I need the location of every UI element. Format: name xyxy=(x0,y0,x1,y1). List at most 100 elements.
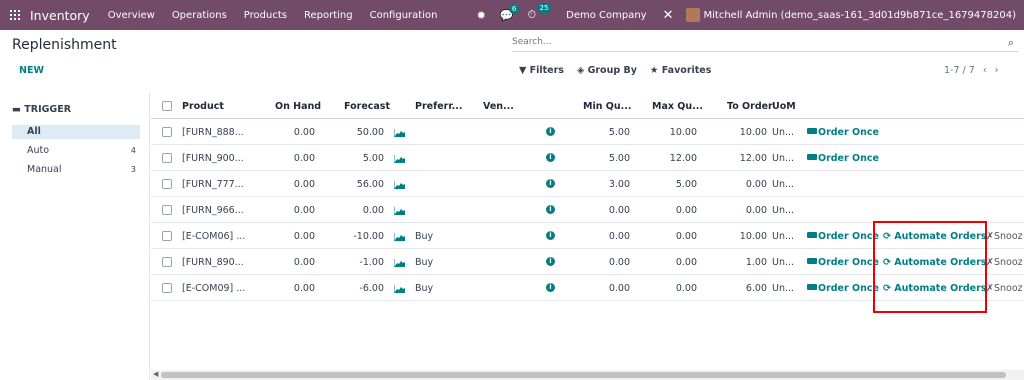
to-order-cell[interactable]: 0.00 xyxy=(717,205,767,216)
max-qty-cell[interactable]: 0.00 xyxy=(645,257,697,268)
company-switcher[interactable]: Demo Company xyxy=(566,10,646,21)
table-row[interactable]: [FURN_900... 0.00 5.00 i 5.00 12.00 12.00 Un...… xyxy=(151,145,1024,171)
row-checkbox[interactable] xyxy=(162,127,172,137)
min-qty-cell[interactable]: 0.00 xyxy=(580,231,630,242)
col-min-qty[interactable]: Min Qu... xyxy=(583,101,631,112)
menu-overview[interactable]: Overview xyxy=(108,10,155,21)
area-chart-icon[interactable] xyxy=(394,207,405,215)
search-bar[interactable]: ⌕ xyxy=(512,36,1018,52)
select-all-checkbox[interactable] xyxy=(162,101,172,111)
chat-icon[interactable]: 💬 6 xyxy=(500,3,520,22)
info-icon[interactable]: i xyxy=(546,127,555,136)
row-checkbox[interactable] xyxy=(162,231,172,241)
area-chart-icon[interactable] xyxy=(394,155,405,163)
product-cell[interactable]: [FURN_888... xyxy=(182,127,244,138)
app-grid-icon[interactable] xyxy=(0,0,30,30)
max-qty-cell[interactable]: 0.00 xyxy=(645,283,697,294)
to-order-cell[interactable]: 1.00 xyxy=(717,257,767,268)
min-qty-cell[interactable]: 0.00 xyxy=(580,283,630,294)
table-row[interactable]: [FURN_888... 0.00 50.00 i 5.00 10.00 10.00 Un..… xyxy=(151,119,1024,145)
preferred-route-cell[interactable]: Buy xyxy=(415,257,433,268)
search-input[interactable] xyxy=(512,37,992,47)
min-qty-cell[interactable]: 0.00 xyxy=(580,257,630,268)
menu-operations[interactable]: Operations xyxy=(172,10,227,21)
product-cell[interactable]: [E-COM09] ... xyxy=(182,283,245,294)
chevron-left-icon[interactable]: ‹ xyxy=(983,65,987,76)
favorites-button[interactable]: ★ Favorites xyxy=(650,65,712,76)
to-order-cell[interactable]: 10.00 xyxy=(717,231,767,242)
preferred-route-cell[interactable]: Buy xyxy=(415,231,433,242)
activity-clock-icon[interactable]: ⏱ 25 xyxy=(528,3,552,22)
max-qty-cell[interactable]: 12.00 xyxy=(645,153,697,164)
min-qty-cell[interactable]: 5.00 xyxy=(580,127,630,138)
sidebar-item-auto[interactable]: Auto 4 xyxy=(12,144,140,158)
product-cell[interactable]: [E-COM06] ... xyxy=(182,231,245,242)
to-order-cell[interactable]: 0.00 xyxy=(717,179,767,190)
snooze-button[interactable]: ✗Snooz xyxy=(986,257,1023,268)
app-brand[interactable]: Inventory xyxy=(30,8,90,23)
info-icon[interactable]: i xyxy=(546,205,555,214)
info-icon[interactable]: i xyxy=(546,283,555,292)
col-max-qty[interactable]: Max Qu... xyxy=(652,101,703,112)
to-order-cell[interactable]: 6.00 xyxy=(717,283,767,294)
product-cell[interactable]: [FURN_966... xyxy=(182,205,244,216)
col-on-hand[interactable]: On Hand xyxy=(275,101,321,112)
col-product[interactable]: Product xyxy=(182,101,224,112)
area-chart-icon[interactable] xyxy=(394,259,405,267)
order-once-button[interactable]: Order Once xyxy=(807,153,879,164)
max-qty-cell[interactable]: 0.00 xyxy=(645,231,697,242)
group-by-button[interactable]: ◈ Group By xyxy=(577,65,637,76)
col-vendor[interactable]: Ven... xyxy=(483,101,514,112)
preferred-route-cell[interactable]: Buy xyxy=(415,283,433,294)
area-chart-icon[interactable] xyxy=(394,233,405,241)
info-icon[interactable]: i xyxy=(546,257,555,266)
info-icon[interactable]: i xyxy=(546,153,555,162)
snooze-button[interactable]: ✗Snooz xyxy=(986,231,1023,242)
filters-button[interactable]: ▼ Filters xyxy=(519,65,564,76)
new-button[interactable]: NEW xyxy=(19,65,44,76)
tools-icon[interactable]: ✕ xyxy=(663,8,674,23)
min-qty-cell[interactable]: 3.00 xyxy=(580,179,630,190)
sidebar-item-manual[interactable]: Manual 3 xyxy=(12,163,140,177)
area-chart-icon[interactable] xyxy=(394,285,405,293)
to-order-cell[interactable]: 12.00 xyxy=(717,153,767,164)
horizontal-scrollbar[interactable]: ◀ xyxy=(151,370,1024,380)
menu-configuration[interactable]: Configuration xyxy=(370,10,438,21)
area-chart-icon[interactable] xyxy=(394,181,405,189)
row-checkbox[interactable] xyxy=(162,153,172,163)
info-icon[interactable]: i xyxy=(546,231,555,240)
menu-reporting[interactable]: Reporting xyxy=(304,10,353,21)
row-checkbox[interactable] xyxy=(162,257,172,267)
col-uom[interactable]: UoM xyxy=(772,101,796,112)
min-qty-cell[interactable]: 0.00 xyxy=(580,205,630,216)
row-checkbox[interactable] xyxy=(162,179,172,189)
table-row[interactable]: [FURN_777... 0.00 56.00 i 3.00 5.00 0.00 Un... xyxy=(151,171,1024,197)
user-menu[interactable]: Mitchell Admin (demo_saas-161_3d01d9b871… xyxy=(704,10,1017,21)
product-cell[interactable]: [FURN_900... xyxy=(182,153,244,164)
order-once-button[interactable]: Order Once xyxy=(807,257,879,268)
menu-products[interactable]: Products xyxy=(244,10,287,21)
order-once-button[interactable]: Order Once xyxy=(807,231,879,242)
pager-value[interactable]: 1-7 / 7 xyxy=(944,65,975,76)
col-to-order[interactable]: To Order xyxy=(727,101,773,112)
table-row[interactable]: [FURN_966... 0.00 0.00 i 0.00 0.00 0.00 Un... xyxy=(151,197,1024,223)
row-checkbox[interactable] xyxy=(162,205,172,215)
product-cell[interactable]: [FURN_777... xyxy=(182,179,244,190)
search-icon[interactable]: ⌕ xyxy=(1008,36,1014,50)
user-avatar[interactable] xyxy=(685,8,700,22)
bug-icon[interactable]: ✹ xyxy=(477,9,486,22)
to-order-cell[interactable]: 10.00 xyxy=(717,127,767,138)
scroll-left-icon[interactable]: ◀ xyxy=(153,370,158,378)
min-qty-cell[interactable]: 5.00 xyxy=(580,153,630,164)
col-preferred-route[interactable]: Preferr... xyxy=(415,101,463,112)
info-icon[interactable]: i xyxy=(546,179,555,188)
order-once-button[interactable]: Order Once xyxy=(807,127,879,138)
row-checkbox[interactable] xyxy=(162,283,172,293)
max-qty-cell[interactable]: 5.00 xyxy=(645,179,697,190)
product-cell[interactable]: [FURN_890... xyxy=(182,257,244,268)
sidebar-item-all[interactable]: All xyxy=(12,125,140,139)
order-once-button[interactable]: Order Once xyxy=(807,283,879,294)
col-forecast[interactable]: Forecast xyxy=(344,101,390,112)
chevron-right-icon[interactable]: › xyxy=(995,65,999,76)
snooze-button[interactable]: ✗Snooz xyxy=(986,283,1023,294)
